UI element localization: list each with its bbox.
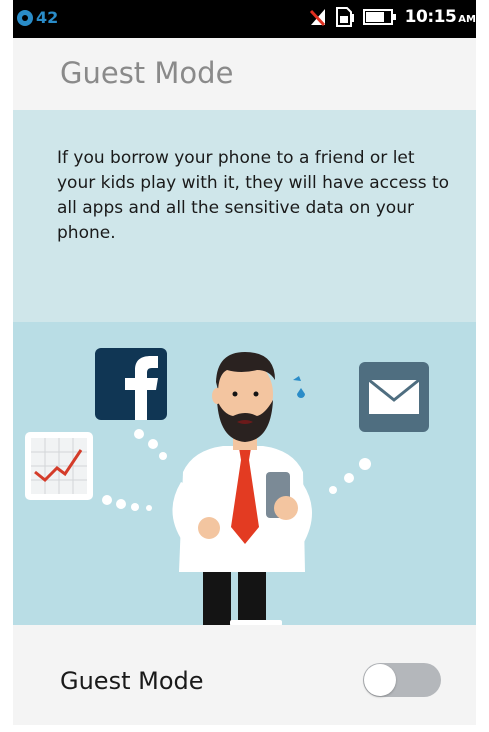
- status-time: 10:15: [404, 7, 457, 27]
- right-frame: [476, 0, 489, 732]
- mail-icon: [359, 362, 429, 432]
- left-frame: [0, 0, 13, 732]
- muted-signal-icon: [309, 9, 325, 27]
- person-with-phone-illustration: [25, 348, 429, 625]
- sim-icon: [335, 7, 354, 27]
- guest-mode-setting-row[interactable]: Guest Mode: [13, 625, 476, 725]
- status-left: 42: [17, 8, 58, 27]
- battery-icon: [362, 9, 396, 25]
- guest-mode-label: Guest Mode: [60, 667, 204, 695]
- guest-mode-info-panel: If you borrow your phone to a friend or …: [13, 110, 476, 625]
- status-right: 10:15 AM: [309, 6, 476, 28]
- facebook-icon: [95, 348, 167, 420]
- status-bar: 42 10:15 AM: [13, 0, 476, 38]
- toggle-knob[interactable]: [364, 664, 396, 696]
- notification-count: 42: [36, 8, 59, 27]
- header-bar: Guest Mode: [13, 38, 476, 110]
- notification-dot-icon: [17, 9, 33, 26]
- status-ampm: AM: [458, 14, 476, 25]
- guest-mode-toggle[interactable]: [363, 663, 441, 697]
- bottom-strip: [13, 725, 476, 732]
- person: [172, 352, 312, 625]
- chart-icon: [25, 432, 93, 500]
- page-title: Guest Mode: [60, 56, 234, 90]
- clock: 10:15 AM: [405, 7, 476, 27]
- sweat-drops: [293, 376, 305, 398]
- intro-text: If you borrow your phone to a friend or …: [57, 148, 450, 243]
- illustration: [13, 322, 476, 625]
